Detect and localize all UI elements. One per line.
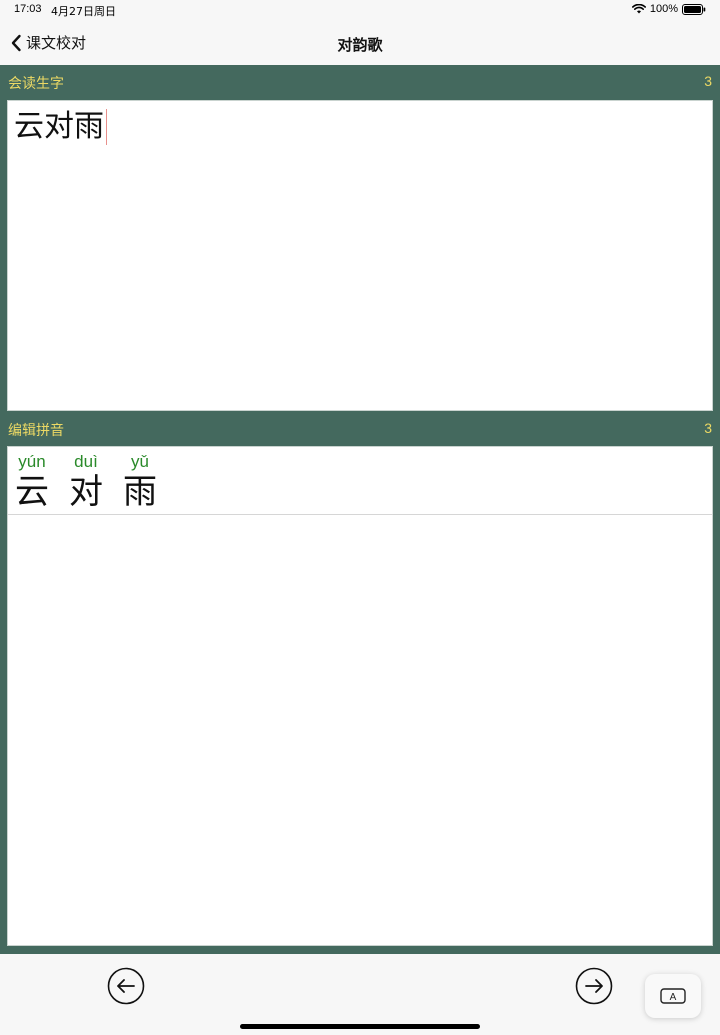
home-indicator [240,1024,480,1029]
page-title: 对韵歌 [337,36,383,54]
section-label-pinyin: 编辑拼音 [8,423,64,439]
pinyin-label: duì [74,452,98,471]
battery-icon [682,3,706,15]
text-cursor [106,109,107,145]
main-content: 会读生字 3 云对雨 编辑拼音 3 yún 云 duì 对 yǔ 雨 [0,65,720,954]
wifi-icon [631,4,646,14]
hanzi-char: 雨 [123,472,157,512]
arrow-left-circle-icon[interactable] [107,967,145,1005]
keyboard-key-label: A [670,992,677,1003]
status-indicators: 100% [631,3,706,15]
status-time: 17:03 [14,3,42,15]
section-count-pinyin: 3 [704,420,712,436]
hanzi-char: 云 [15,472,49,512]
section-count-read: 3 [704,73,712,89]
status-date: 4月27日周日 [51,5,116,18]
section-label-read: 会读生字 [8,76,64,92]
pinyin-row: yún 云 duì 对 yǔ 雨 [8,447,712,515]
status-bar: 17:03 4月27日周日 100% [0,0,720,20]
keyboard-icon: A [660,988,686,1004]
char-cell[interactable]: duì 对 [64,447,108,512]
section-header-pinyin: 编辑拼音 3 [0,412,720,446]
hanzi-char: 对 [69,472,103,512]
section-header-read: 会读生字 3 [0,65,720,99]
battery-percent: 100% [649,3,678,15]
read-text-editor[interactable]: 云对雨 [7,100,713,411]
arrow-right-circle-icon[interactable] [575,967,613,1005]
read-text-content[interactable]: 云对雨 [14,109,107,145]
char-cell[interactable]: yǔ 雨 [118,447,162,512]
keyboard-button[interactable]: A [645,974,701,1018]
pinyin-label: yǔ [131,452,149,471]
read-text-value: 云对雨 [14,109,104,144]
char-cell[interactable]: yún 云 [10,447,54,512]
nav-bar: 课文校对 对韵歌 [0,20,720,65]
pinyin-label: yún [18,452,46,471]
bottom-toolbar: A [0,954,720,1035]
pinyin-editor[interactable]: yún 云 duì 对 yǔ 雨 [7,446,713,946]
